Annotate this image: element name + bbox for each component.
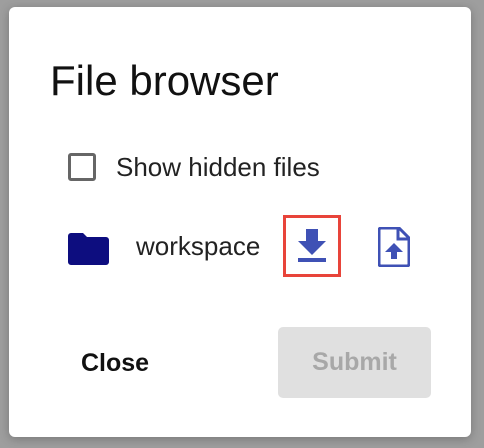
- file-browser-dialog: File browser Show hidden files workspace: [9, 7, 471, 437]
- show-hidden-files-option[interactable]: Show hidden files: [68, 149, 320, 185]
- file-name[interactable]: workspace: [136, 231, 260, 262]
- show-hidden-files-checkbox[interactable]: [68, 153, 96, 181]
- dialog-title: File browser: [50, 57, 279, 104]
- submit-button[interactable]: Submit: [278, 327, 431, 398]
- folder-icon: [68, 231, 109, 265]
- upload-file-icon: [377, 226, 411, 270]
- close-button[interactable]: Close: [69, 339, 169, 387]
- show-hidden-files-label: Show hidden files: [116, 151, 320, 182]
- download-button[interactable]: [283, 215, 341, 277]
- download-icon: [295, 227, 329, 266]
- upload-file-button[interactable]: [374, 226, 414, 270]
- file-list-item: workspace: [68, 215, 448, 277]
- modal-backdrop: File browser Show hidden files workspace: [0, 0, 484, 448]
